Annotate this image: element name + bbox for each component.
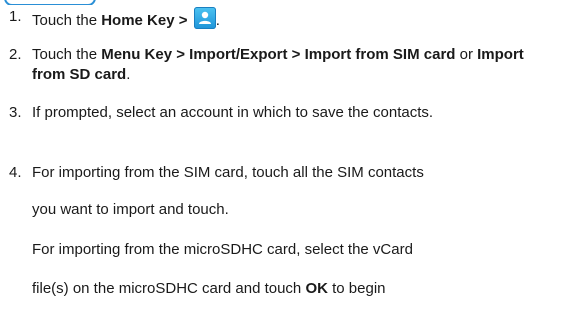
step-text: If prompted, select an account in which … bbox=[32, 104, 434, 121]
contacts-app-icon bbox=[193, 7, 216, 29]
step-number: 1. bbox=[9, 8, 22, 25]
step-text-post: . bbox=[126, 66, 131, 83]
header-decoration bbox=[0, 0, 110, 5]
step-2: 2. Touch the Menu Key > Import/Export > … bbox=[9, 45, 561, 85]
step-text-pre: Touch the bbox=[32, 12, 102, 29]
step-4-line-4: file(s) on the microSDHC card and touch … bbox=[32, 279, 386, 299]
step-text: Touch the Home Key > . bbox=[32, 7, 561, 31]
line-4-post: to begin bbox=[327, 280, 386, 297]
step-number: 2. bbox=[9, 46, 22, 63]
home-key-label: Home Key > bbox=[101, 12, 192, 29]
step-4-line-3: For importing from the microSDHC card, s… bbox=[32, 241, 413, 258]
menu-path-sim: Menu Key > Import/Export > Import from S… bbox=[101, 46, 456, 63]
ok-label: OK bbox=[305, 280, 328, 297]
step-text-pre: Touch the bbox=[32, 46, 102, 63]
step-4-line-2: you want to import and touch. bbox=[32, 201, 229, 218]
line-4-pre: file(s) on the microSDHC card and touch bbox=[32, 280, 306, 297]
step-4: 4. For importing from the SIM card, touc… bbox=[9, 163, 561, 185]
step-text-mid: or bbox=[455, 46, 478, 63]
step-text-post: . bbox=[215, 12, 220, 29]
step-text-line-1: For importing from the SIM card, touch a… bbox=[32, 164, 424, 181]
step-number: 3. bbox=[9, 104, 22, 121]
step-1: 1. Touch the Home Key > . bbox=[9, 7, 561, 29]
step-number: 4. bbox=[9, 164, 22, 181]
step-3: 3. If prompted, select an account in whi… bbox=[9, 103, 561, 143]
step-text: Touch the Menu Key > Import/Export > Imp… bbox=[32, 45, 561, 85]
header-arc bbox=[4, 0, 96, 5]
